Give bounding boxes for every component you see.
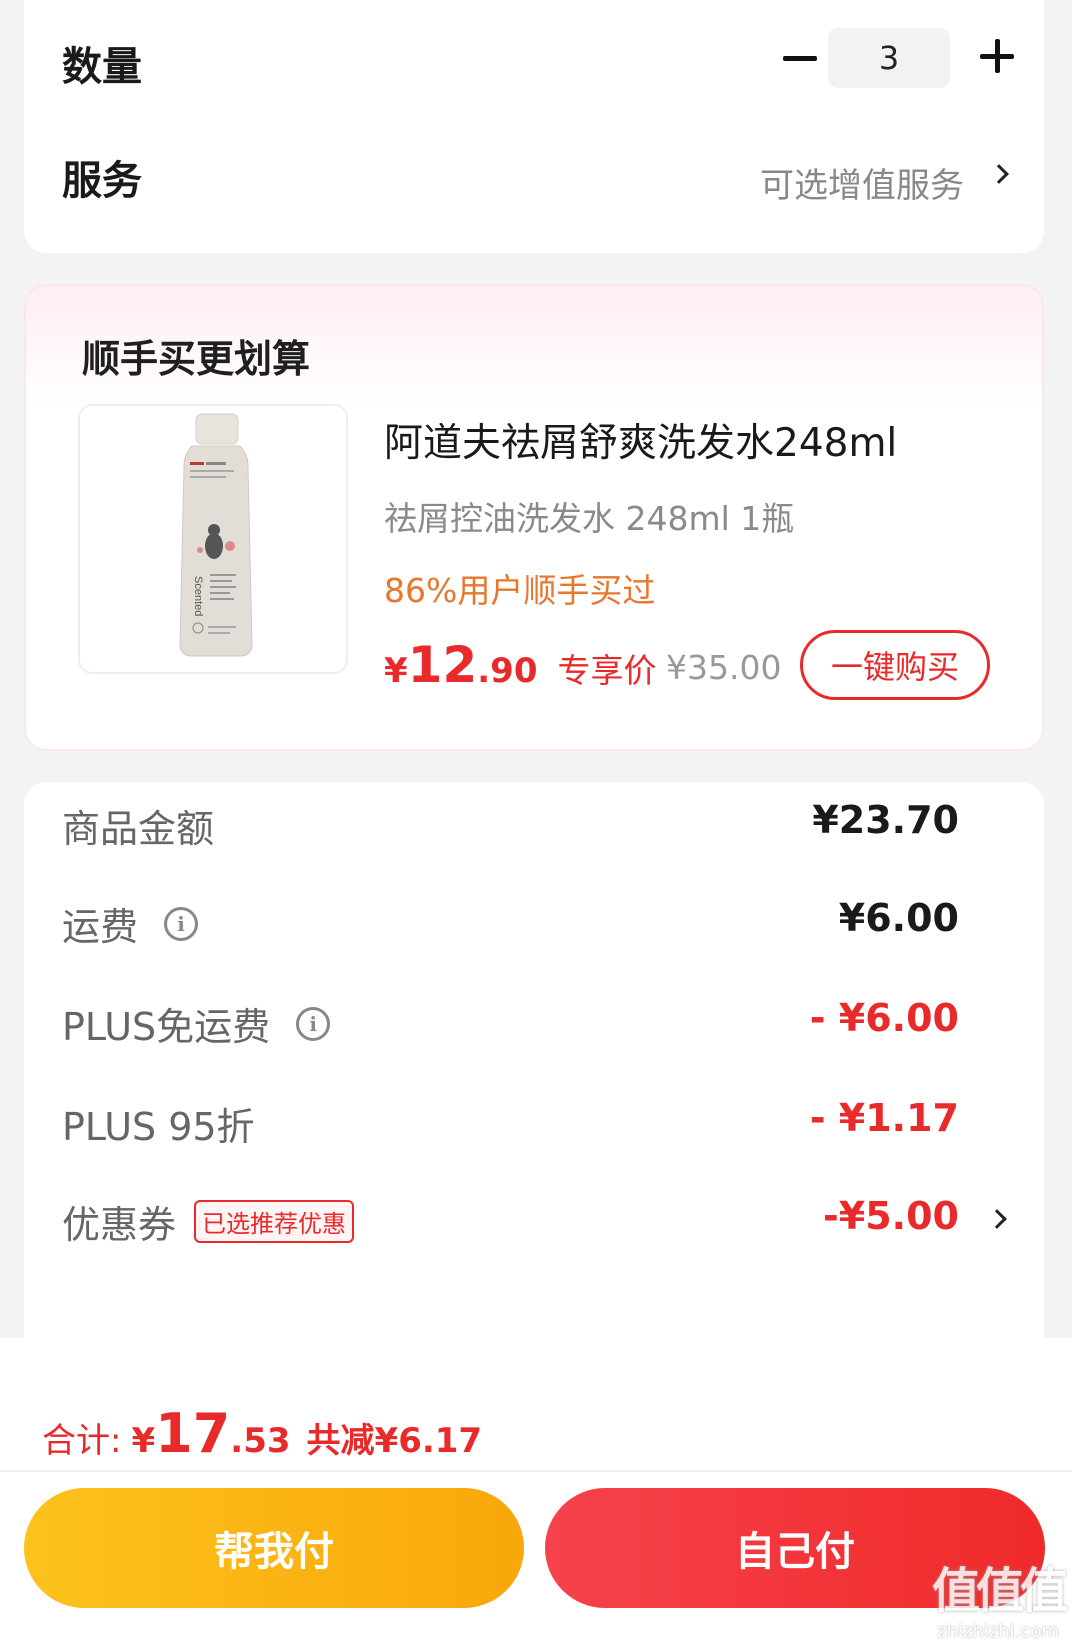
watermark-url: zhizhizhi.com xyxy=(937,1621,1059,1642)
total-saved: 共减¥6.17 xyxy=(306,1421,483,1461)
addon-title: 顺手买更划算 xyxy=(82,337,311,381)
bottle-label-text: Scented xyxy=(192,576,204,616)
subtotal-label: 商品金额 xyxy=(62,807,215,851)
original-price: ¥35.00 xyxy=(666,648,782,687)
coupon-badge: 已选推荐优惠 xyxy=(194,1200,355,1243)
addon-card: 顺手买更划算 Scented 阿道夫祛屑舒爽洗发水248ml 祛屑控油洗发水 2… xyxy=(24,284,1044,751)
purchase-stat: 86%用户顺手买过 xyxy=(384,571,656,610)
product-name[interactable]: 阿道夫祛屑舒爽洗发水248ml xyxy=(384,412,897,468)
exclusive-price: ¥ 12 .90 专享价 xyxy=(384,636,657,694)
help-pay-button[interactable]: 帮我付 xyxy=(24,1488,524,1608)
service-label: 服务 xyxy=(62,158,142,204)
plus-free-shipping-value: - ¥6.00 xyxy=(809,996,959,1040)
divider xyxy=(0,1470,1072,1472)
service-value[interactable]: 可选增值服务 xyxy=(760,158,964,207)
total-decimal: .53 xyxy=(230,1421,291,1461)
plus-discount-value: - ¥1.17 xyxy=(809,1096,959,1140)
product-spec: 祛屑控油洗发水 248ml 1瓶 xyxy=(384,499,795,538)
price-tag: 专享价 xyxy=(557,651,657,690)
one-click-buy-button[interactable]: 一键购买 xyxy=(800,630,990,700)
plus-free-shipping-label: PLUS免运费 i xyxy=(62,996,331,1051)
quantity-label: 数量 xyxy=(62,44,142,90)
shampoo-bottle-icon: Scented xyxy=(179,413,253,657)
shipping-value: ¥6.00 xyxy=(838,896,959,940)
plus-discount-label: PLUS 95折 xyxy=(62,1105,255,1149)
checkout-bar: 合计: ¥ 17 .53 共减¥6.17 帮我付 自己付 值值值 zhizhiz… xyxy=(0,1338,1072,1646)
total-symbol: ¥ xyxy=(131,1421,156,1461)
chevron-right-icon[interactable] xyxy=(989,164,1009,184)
price-decimal: .90 xyxy=(477,651,538,691)
coupon-value[interactable]: -¥5.00 xyxy=(823,1194,959,1238)
price-integer: 12 xyxy=(407,636,478,694)
chevron-right-icon[interactable] xyxy=(987,1209,1007,1229)
shipping-label: 运费 i xyxy=(62,896,199,951)
subtotal-value: ¥23.70 xyxy=(812,798,959,842)
coupon-label[interactable]: 优惠券 已选推荐优惠 xyxy=(62,1194,355,1249)
info-icon[interactable]: i xyxy=(296,1006,331,1041)
quantity-service-card: 数量 3 服务 可选增值服务 xyxy=(24,0,1044,253)
total-integer: 17 xyxy=(155,1402,231,1465)
product-image[interactable]: Scented xyxy=(78,404,348,674)
price-symbol: ¥ xyxy=(384,651,408,691)
watermark-logo: 值值值 xyxy=(931,1563,1068,1619)
decrease-quantity-button[interactable] xyxy=(772,30,828,86)
watermark: 值值值 zhizhizhi.com xyxy=(931,1551,1068,1642)
quantity-value[interactable]: 3 xyxy=(828,28,950,88)
info-icon[interactable]: i xyxy=(164,906,199,941)
price-details-card: 商品金额 ¥23.70 运费 i ¥6.00 PLUS免运费 i - ¥6.00… xyxy=(24,782,1044,1382)
total-amount: 合计: ¥ 17 .53 共减¥6.17 xyxy=(42,1402,482,1465)
total-label: 合计: xyxy=(42,1421,122,1461)
increase-quantity-button[interactable] xyxy=(969,28,1025,84)
